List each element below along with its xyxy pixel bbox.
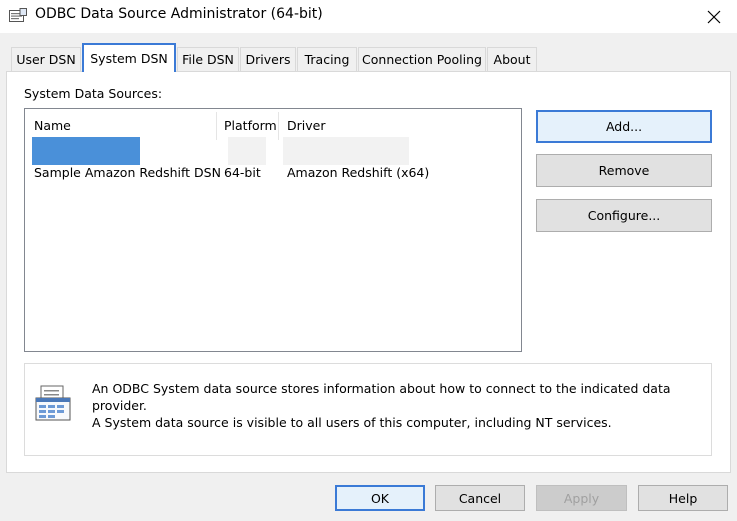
tab-label: System DSN [90,51,168,66]
tab-connection-pooling[interactable]: Connection Pooling [358,47,486,71]
tab-label: File DSN [182,52,234,67]
row-name: Sample Amazon Redshift DSN [34,165,221,180]
info-line-2: A System data source is visible to all u… [92,415,612,430]
close-icon [707,10,720,23]
odbc-admin-icon [9,8,27,22]
system-data-sources-label: System Data Sources: [24,86,163,101]
help-button[interactable]: Help [638,485,728,511]
ok-button[interactable]: OK [335,485,425,511]
redacted-selected-row[interactable] [32,137,140,165]
tab-label: About [493,52,531,67]
tab-tracing[interactable]: Tracing [297,47,357,71]
data-sources-list[interactable]: Name Platform Driver Sample Amazon Redsh… [24,108,522,352]
cancel-button[interactable]: Cancel [435,485,525,511]
window-title: ODBC Data Source Administrator (64-bit) [35,6,323,22]
apply-button[interactable]: Apply [536,485,627,511]
redacted-driver [283,137,409,165]
tab-label: User DSN [16,52,76,67]
tab-about[interactable]: About [487,47,537,71]
tab-label: Tracing [304,52,350,67]
column-divider [216,112,217,140]
tab-user-dsn[interactable]: User DSN [11,47,81,71]
tab-drivers[interactable]: Drivers [240,47,296,71]
column-header-driver[interactable]: Driver [287,118,325,133]
tab-file-dsn[interactable]: File DSN [177,47,239,71]
row-driver: Amazon Redshift (x64) [287,165,430,180]
column-header-platform[interactable]: Platform [224,118,277,133]
configure-button[interactable]: Configure... [536,199,712,232]
redacted-platform [228,137,266,165]
data-source-document-icon [35,385,71,421]
column-divider [278,112,279,140]
info-line-1: An ODBC System data source stores inform… [92,381,671,413]
row-platform: 64-bit [224,165,261,180]
info-description: An ODBC System data source stores inform… [92,380,712,431]
title-bar: ODBC Data Source Administrator (64-bit) [0,0,737,33]
tab-system-dsn[interactable]: System DSN [82,43,176,72]
add-button[interactable]: Add... [536,110,712,143]
tab-label: Drivers [245,52,291,67]
column-header-name[interactable]: Name [34,118,71,133]
tab-label: Connection Pooling [362,52,482,67]
remove-button[interactable]: Remove [536,154,712,187]
close-button[interactable] [690,0,737,33]
